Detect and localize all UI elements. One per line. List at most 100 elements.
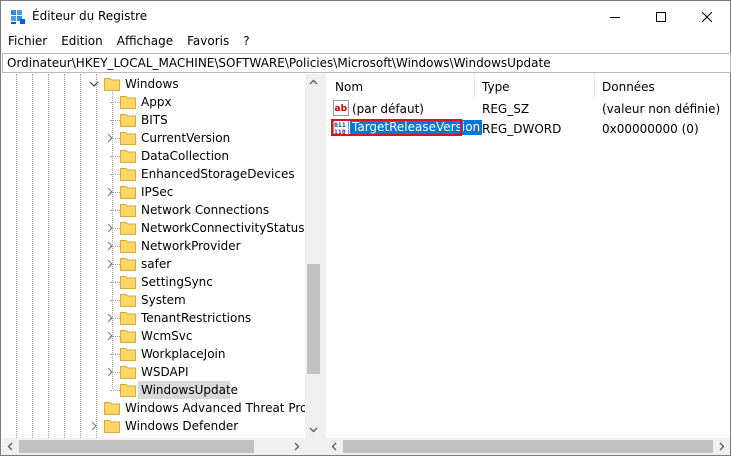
- expand-chevron-icon[interactable]: [88, 420, 100, 432]
- tree-item[interactable]: Windows Defender: [2, 417, 305, 435]
- tree-item[interactable]: Appx: [2, 93, 305, 111]
- tree-item-label[interactable]: WindowsUpdate: [141, 383, 238, 397]
- tree-item[interactable]: SettingSync: [2, 273, 305, 291]
- expand-chevron-icon[interactable]: [104, 222, 116, 234]
- column-header-type[interactable]: Type: [482, 80, 510, 94]
- close-icon: [702, 11, 712, 22]
- list-row[interactable]: ab (par défaut) REG_SZ (valeur non défin…: [326, 98, 730, 118]
- tree-item[interactable]: Windows: [2, 75, 305, 93]
- address-bar[interactable]: Ordinateur\HKEY_LOCAL_MACHINE\SOFTWARE\P…: [2, 53, 731, 73]
- tree-item-label[interactable]: System: [141, 293, 186, 307]
- maximize-button[interactable]: [638, 1, 684, 32]
- tree-item[interactable]: DataCollection: [2, 147, 305, 165]
- tree-item-label[interactable]: Windows Defender: [125, 419, 238, 433]
- tree-item[interactable]: NetworkProvider: [2, 237, 305, 255]
- tree-item[interactable]: safer: [2, 255, 305, 273]
- menu-bar: Fichier Edition Affichage Favoris ?: [1, 32, 730, 52]
- tree-item-label[interactable]: Appx: [141, 95, 172, 109]
- tree-item-label-windows[interactable]: Windows: [125, 77, 179, 91]
- tree-item[interactable]: EnhancedStorageDevices: [2, 165, 305, 183]
- expand-chevron-icon[interactable]: [104, 312, 116, 324]
- tree-item-label[interactable]: CurrentVersion: [141, 131, 230, 145]
- scroll-left-icon: [7, 442, 13, 451]
- folder-icon: [120, 166, 136, 181]
- menu-edition[interactable]: Edition: [54, 32, 110, 52]
- tree-item-label[interactable]: WSDAPI: [141, 365, 189, 379]
- minimize-icon: [610, 16, 620, 18]
- minimize-button[interactable]: [592, 1, 638, 32]
- tree-item-label[interactable]: WcmSvc: [141, 329, 192, 343]
- tree-item-label[interactable]: Windows Advanced Threat Protect: [125, 401, 305, 415]
- tree-item-label[interactable]: TenantRestrictions: [141, 311, 251, 325]
- expand-chevron-icon[interactable]: [104, 330, 116, 342]
- tree-item-label[interactable]: EnhancedStorageDevices: [141, 167, 295, 181]
- tree-item-label[interactable]: Network Connections: [141, 203, 269, 217]
- tree-vertical-scrollbar[interactable]: [305, 74, 322, 438]
- key-tree-pane[interactable]: Windows Appx BITS CurrentVersion DataCollect…: [2, 74, 322, 455]
- tree-item[interactable]: Network Connections: [2, 201, 305, 219]
- tree-item[interactable]: WorkplaceJoin: [2, 345, 305, 363]
- folder-icon: [120, 364, 136, 379]
- expand-chevron-icon[interactable]: [104, 366, 116, 378]
- tree-item-label[interactable]: IPSec: [141, 185, 173, 199]
- folder-icon: [120, 256, 136, 271]
- folder-icon: [104, 76, 120, 91]
- tree-hscroll-thumb[interactable]: [19, 440, 254, 453]
- tree-item[interactable]: BITS: [2, 111, 305, 129]
- tree-item[interactable]: System: [2, 291, 305, 309]
- folder-icon: [120, 184, 136, 199]
- column-header-name[interactable]: Nom: [335, 80, 363, 94]
- folder-icon: [120, 148, 136, 163]
- value-name: (par défaut): [352, 102, 424, 116]
- folder-icon: [120, 94, 136, 109]
- tree-horizontal-scrollbar[interactable]: [2, 438, 322, 455]
- list-horizontal-scrollbar[interactable]: [326, 438, 730, 455]
- maximize-icon: [656, 11, 666, 22]
- folder-icon: [120, 274, 136, 289]
- menu-help[interactable]: ?: [236, 32, 256, 52]
- tree-item-label[interactable]: BITS: [141, 113, 168, 127]
- value-type: REG_SZ: [482, 102, 530, 116]
- close-button[interactable]: [684, 1, 730, 32]
- tree-item[interactable]: IPSec: [2, 183, 305, 201]
- value-data: (valeur non définie): [602, 102, 721, 116]
- scroll-right-icon: [719, 442, 725, 451]
- folder-icon: [104, 418, 120, 433]
- tree-item-label[interactable]: WorkplaceJoin: [141, 347, 226, 361]
- menu-affichage[interactable]: Affichage: [110, 32, 180, 52]
- list-hscroll-thumb[interactable]: [343, 440, 713, 453]
- tree-scroll-thumb[interactable]: [307, 264, 320, 374]
- folder-icon: [104, 400, 120, 415]
- list-row-selected[interactable]: 011 110 TargetReleaseVersion REG_DWORD 0…: [326, 118, 730, 138]
- tree-item[interactable]: WSDAPI: [2, 363, 305, 381]
- tree-item-label[interactable]: DataCollection: [141, 149, 229, 163]
- tree-item[interactable]: WcmSvc: [2, 327, 305, 345]
- tree-item-label[interactable]: NetworkConnectivityStatusIndi: [141, 221, 305, 235]
- collapse-chevron-icon[interactable]: [88, 78, 100, 90]
- tree-item[interactable]: Windows Advanced Threat Protect: [2, 399, 305, 417]
- folder-icon: [120, 292, 136, 307]
- expand-chevron-icon[interactable]: [104, 186, 116, 198]
- tree-item-label[interactable]: SettingSync: [141, 275, 213, 289]
- expand-chevron-icon[interactable]: [104, 258, 116, 270]
- key-tree[interactable]: Windows Appx BITS CurrentVersion DataCollect…: [2, 74, 305, 438]
- folder-icon: [120, 382, 136, 397]
- menu-fichier[interactable]: Fichier: [1, 32, 54, 52]
- string-value-icon: ab: [333, 100, 349, 116]
- tree-item-label[interactable]: safer: [141, 257, 171, 271]
- values-list-pane[interactable]: Nom Type Données ab (par défaut) REG_SZ …: [326, 74, 730, 455]
- tree-item[interactable]: NetworkConnectivityStatusIndi: [2, 219, 305, 237]
- tree-item-label[interactable]: NetworkProvider: [141, 239, 241, 253]
- expand-chevron-icon[interactable]: [104, 132, 116, 144]
- list-header: Nom Type Données: [326, 74, 730, 98]
- folder-icon: [120, 220, 136, 235]
- address-path[interactable]: Ordinateur\HKEY_LOCAL_MACHINE\SOFTWARE\P…: [7, 56, 551, 70]
- folder-icon: [120, 328, 136, 343]
- column-header-data[interactable]: Données: [602, 80, 655, 94]
- tree-item[interactable]: CurrentVersion: [2, 129, 305, 147]
- tree-item-selected[interactable]: WindowsUpdate: [2, 381, 305, 399]
- tree-item[interactable]: TenantRestrictions: [2, 309, 305, 327]
- menu-favoris[interactable]: Favoris: [180, 32, 236, 52]
- expand-chevron-icon[interactable]: [104, 240, 116, 252]
- value-type: REG_DWORD: [482, 122, 562, 136]
